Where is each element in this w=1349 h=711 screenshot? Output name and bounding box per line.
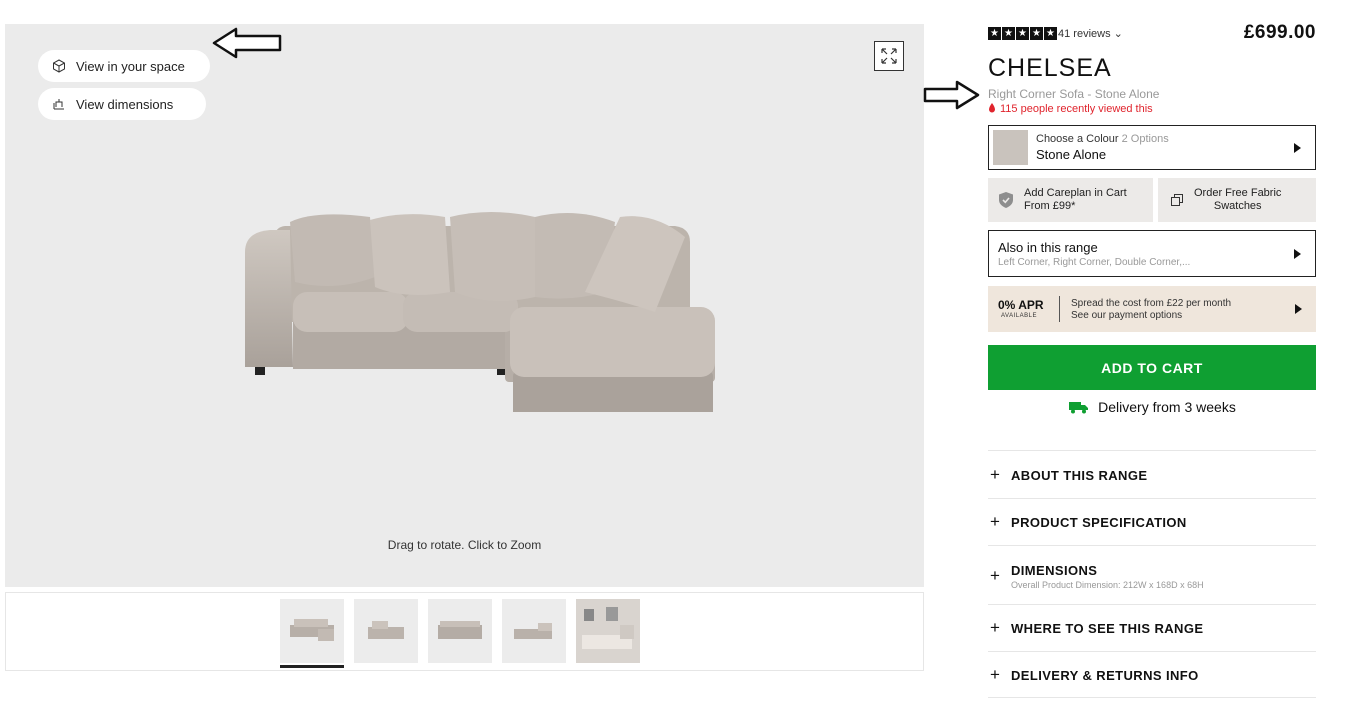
accordion-about-range[interactable]: + ABOUT THIS RANGE <box>988 450 1316 498</box>
delivery-text: Delivery from 3 weeks <box>1098 399 1236 415</box>
sofa-image <box>245 212 715 412</box>
product-title: CHELSEA <box>988 54 1112 82</box>
plus-icon: + <box>990 512 1000 531</box>
accordion-product-spec[interactable]: + PRODUCT SPECIFICATION <box>988 498 1316 545</box>
accordion-dimensions[interactable]: + DIMENSIONS Overall Product Dimension: … <box>988 545 1316 604</box>
also-in-range[interactable]: Also in this range Left Corner, Right Co… <box>988 230 1316 277</box>
delivery-info: Delivery from 3 weeks <box>988 399 1316 415</box>
star-icon: ★ <box>1030 27 1043 40</box>
product-viewer[interactable]: View in your space View dimensions Drag … <box>5 24 924 587</box>
view-in-space-button[interactable]: View in your space <box>38 50 210 82</box>
accordion-label: DELIVERY & RETURNS INFO <box>1011 668 1199 683</box>
colour-value: Stone Alone <box>1036 147 1107 162</box>
chevron-right-icon <box>1295 304 1302 314</box>
product-price: £699.00 <box>1243 22 1316 43</box>
careplan-button[interactable]: Add Careplan in Cart From £99* <box>988 178 1153 222</box>
apr-line1: Spread the cost from £22 per month <box>1071 298 1232 309</box>
view-in-space-label: View in your space <box>76 58 185 74</box>
accordion-label: PRODUCT SPECIFICATION <box>1011 515 1187 530</box>
thumbnail-sofa-side[interactable] <box>354 599 418 663</box>
thumbnail-strip <box>5 592 924 671</box>
reviews-link[interactable]: 41 reviews ⌄ <box>1058 27 1123 40</box>
swatches-line1: Order Free Fabric <box>1194 187 1282 199</box>
colour-options-count: 2 Options <box>1121 133 1169 145</box>
view-dimensions-button[interactable]: View dimensions <box>38 88 206 120</box>
view-dimensions-label: View dimensions <box>76 96 174 112</box>
thumbnail-sofa-back[interactable] <box>428 599 492 663</box>
cube-icon <box>53 59 65 73</box>
truck-icon <box>1069 402 1089 414</box>
fullscreen-button[interactable] <box>874 41 904 71</box>
thumbnail-sofa-angle[interactable] <box>502 599 566 663</box>
careplan-line2: From £99* <box>1024 200 1076 212</box>
rotate-hint: Drag to rotate. Click to Zoom <box>387 538 542 552</box>
plus-icon: + <box>990 665 1000 684</box>
careplan-line1: Add Careplan in Cart <box>1024 187 1127 199</box>
plus-icon: + <box>990 465 1000 484</box>
colour-swatch <box>993 130 1028 165</box>
divider <box>1059 296 1060 322</box>
apr-text: Spread the cost from £22 per month See o… <box>1071 298 1231 322</box>
swatches-line2: Swatches <box>1213 200 1262 212</box>
apr-line2: See our payment options <box>1071 310 1183 321</box>
recently-viewed-notice: 115 people recently viewed this <box>988 103 1153 115</box>
star-icon: ★ <box>1044 27 1057 40</box>
apr-label: 0% APR <box>998 298 1044 312</box>
shield-icon <box>999 192 1013 208</box>
flame-icon <box>989 103 995 113</box>
add-to-cart-button[interactable]: ADD TO CART <box>988 345 1316 390</box>
apr-available: AVAILABLE <box>1001 313 1037 319</box>
divider <box>988 697 1316 698</box>
star-icon: ★ <box>1002 27 1015 40</box>
accordion-label: ABOUT THIS RANGE <box>1011 468 1148 483</box>
accordion-delivery-returns[interactable]: + DELIVERY & RETURNS INFO <box>988 651 1316 697</box>
colour-label: Choose a Colour 2 Options <box>1036 133 1169 145</box>
dimensions-icon <box>53 99 64 110</box>
recently-viewed-text: 115 people recently viewed this <box>1000 103 1153 115</box>
thumbnail-sofa-front[interactable] <box>280 599 344 668</box>
plus-icon: + <box>990 566 1000 585</box>
swatch-icon <box>1171 194 1183 206</box>
free-swatches-button[interactable]: Order Free Fabric Swatches <box>1158 178 1316 222</box>
colour-label-text: Choose a Colour <box>1036 133 1119 145</box>
accordion-label: WHERE TO SEE THIS RANGE <box>1011 621 1204 636</box>
finance-banner[interactable]: 0% APR AVAILABLE Spread the cost from £2… <box>988 286 1316 332</box>
arrow-left-icon <box>212 27 282 59</box>
accordion-label: DIMENSIONS <box>1011 563 1098 578</box>
accordion-sub: Overall Product Dimension: 212W x 168D x… <box>1011 580 1204 590</box>
star-icon: ★ <box>988 27 1001 40</box>
product-subtitle: Right Corner Sofa - Stone Alone <box>988 87 1160 101</box>
star-rating[interactable]: ★ ★ ★ ★ ★ <box>988 27 1057 40</box>
chevron-right-icon <box>1294 249 1301 259</box>
accordion-where-to-see[interactable]: + WHERE TO SEE THIS RANGE <box>988 604 1316 651</box>
star-icon: ★ <box>1016 27 1029 40</box>
thumbnail-sofa-room[interactable] <box>576 599 640 663</box>
arrow-right-icon <box>923 80 980 110</box>
expand-icon <box>881 48 897 64</box>
range-list: Left Corner, Right Corner, Double Corner… <box>998 257 1191 268</box>
colour-selector[interactable]: Choose a Colour 2 Options Stone Alone <box>988 125 1316 170</box>
chevron-right-icon <box>1294 143 1301 153</box>
range-title: Also in this range <box>998 240 1098 255</box>
plus-icon: + <box>990 618 1000 637</box>
